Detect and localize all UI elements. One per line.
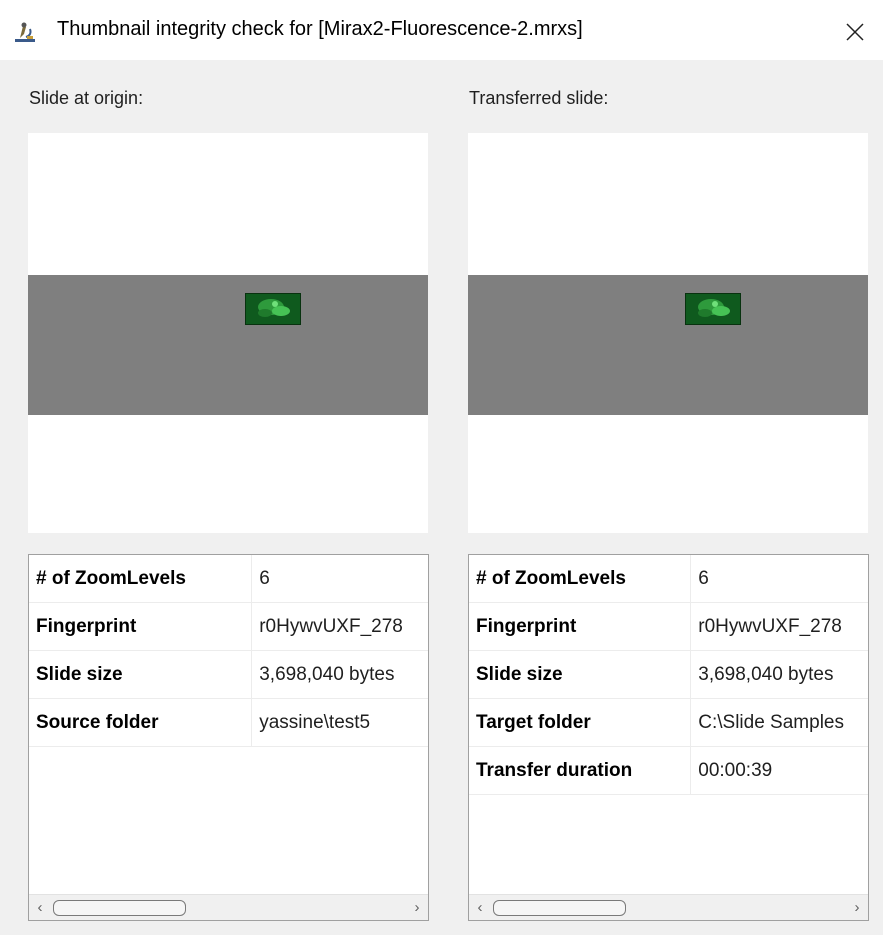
transferred-thumbnail [468,133,868,533]
property-key: Fingerprint [469,602,692,651]
property-key: Slide size [29,650,253,699]
scroll-thumb[interactable] [53,900,186,916]
property-value: 3,698,040 bytes [690,650,868,699]
property-value: 00:00:39 [690,746,868,795]
table-row: Target folder C:\Slide Samples [469,698,868,747]
table-row: Fingerprint r0HywvUXF_278 [469,602,868,651]
window-title: Thumbnail integrity check for [Mirax2-Fl… [57,18,583,40]
scroll-thumb[interactable] [493,900,626,916]
scroll-right-icon[interactable]: › [406,895,428,920]
origin-properties-grid: # of ZoomLevels 6 Fingerprint r0HywvUXF_… [28,554,429,921]
property-value: 6 [690,555,868,603]
property-key: Fingerprint [29,602,253,651]
property-key: # of ZoomLevels [469,555,692,603]
property-value: yassine\test5 [251,698,428,747]
scroll-left-icon[interactable]: ‹ [29,895,51,920]
origin-thumbnail [28,133,428,533]
table-row: Fingerprint r0HywvUXF_278 [29,602,428,651]
close-icon[interactable] [846,23,864,41]
property-value: 6 [251,555,428,603]
scroll-left-icon[interactable]: ‹ [469,895,491,920]
property-value: r0HywvUXF_278 [251,602,428,651]
table-row: # of ZoomLevels 6 [29,555,428,603]
close-button[interactable] [833,13,877,51]
property-key: Target folder [469,698,692,747]
horizontal-scrollbar[interactable]: ‹ › [469,894,868,920]
property-key: Transfer duration [469,746,692,795]
title-bar: Thumbnail integrity check for [Mirax2-Fl… [0,0,883,60]
horizontal-scrollbar[interactable]: ‹ › [29,894,428,920]
property-key: Slide size [469,650,692,699]
transferred-label: Transferred slide: [469,88,609,108]
table-row: Slide size 3,698,040 bytes [29,650,428,699]
table-row: Source folder yassine\test5 [29,698,428,747]
property-value: C:\Slide Samples [690,698,868,747]
transferred-properties-grid: # of ZoomLevels 6 Fingerprint r0HywvUXF_… [468,554,869,921]
table-row: Transfer duration 00:00:39 [469,746,868,795]
tissue-image [245,293,301,325]
property-key: Source folder [29,698,253,747]
table-row: # of ZoomLevels 6 [469,555,868,603]
origin-label: Slide at origin: [29,88,144,108]
property-value: 3,698,040 bytes [251,650,428,699]
table-row: Slide size 3,698,040 bytes [469,650,868,699]
property-value: r0HywvUXF_278 [690,602,868,651]
tissue-image [685,293,741,325]
property-key: # of ZoomLevels [29,555,253,603]
slide-band [468,275,868,415]
slide-band [28,275,428,415]
microscope-icon [14,21,36,43]
scroll-right-icon[interactable]: › [846,895,868,920]
